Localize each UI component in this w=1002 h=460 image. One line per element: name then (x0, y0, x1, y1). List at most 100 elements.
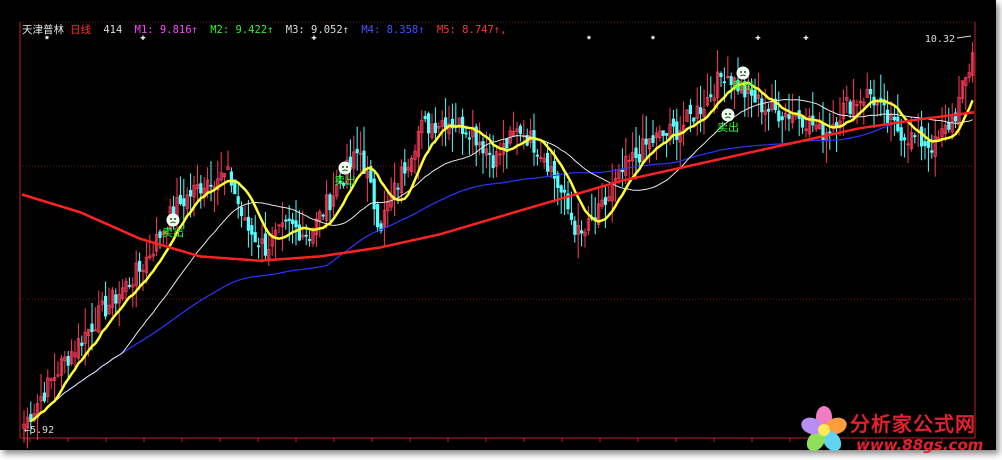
candle (104, 281, 108, 320)
candle (841, 89, 846, 137)
candle-body (80, 342, 84, 346)
smiley-eye (744, 71, 746, 73)
ma2-value: 9.422 (235, 24, 268, 36)
candle (654, 127, 659, 161)
ma5-value: 8.747 (462, 24, 494, 36)
candle (243, 205, 247, 221)
candle-body (620, 169, 625, 172)
candle (641, 114, 645, 163)
candle-body (426, 113, 431, 134)
kline-chart[interactable]: ✷ ✚ ✚ ✷ ✷ ✚ ✚卖出卖出卖出卖出10.32←5.92 (0, 0, 996, 450)
candle (824, 127, 829, 163)
candle (280, 202, 285, 252)
period-label: 日线 (70, 24, 91, 36)
candle-body (396, 187, 400, 190)
watermark-url: www.88gs.com (856, 436, 984, 454)
candle-body (634, 147, 638, 159)
sell-signal: 卖出 (732, 66, 754, 92)
candle (532, 113, 536, 166)
candle (212, 180, 216, 213)
candle-body (760, 98, 764, 113)
candle-body (753, 89, 757, 103)
candle (226, 150, 230, 171)
candle-body (719, 73, 723, 77)
candle (420, 110, 424, 150)
candle (403, 148, 407, 186)
candle (563, 172, 567, 215)
candle (539, 141, 543, 163)
candle-body (828, 131, 832, 134)
candle-body (290, 219, 295, 224)
candle (382, 190, 387, 247)
chart-panel[interactable]: ✷ ✚ ✚ ✷ ✷ ✚ ✚ 卖出 卖出 卖出 卖出 10.32 ←5.92 天津普林 日线 414 M1:… (0, 0, 996, 450)
candle (80, 335, 84, 357)
candle-body (42, 392, 47, 402)
candle-body (923, 141, 927, 146)
candle (318, 209, 322, 238)
candle-body (104, 295, 108, 317)
ma3-label: M3: (285, 24, 305, 36)
candle (644, 116, 648, 161)
candle (250, 217, 254, 257)
candle-body (947, 121, 951, 130)
candle-body (899, 127, 903, 141)
candle-body (294, 220, 298, 228)
candle-body (532, 130, 536, 153)
candle (430, 113, 434, 141)
candle-body (546, 152, 550, 172)
candle-body (239, 207, 244, 217)
candle (70, 339, 74, 366)
candle (872, 79, 876, 128)
candle (97, 290, 101, 334)
candle (107, 287, 111, 315)
candle (947, 107, 951, 133)
legend-trailing: , (500, 24, 507, 36)
candle-body (780, 116, 784, 121)
candle (828, 112, 832, 150)
indicator-legend: 天津普林 日线 414 M1: 9.816↑ M2: 9.422↑ M3: 9.0… (22, 22, 512, 36)
candle-body (848, 101, 852, 115)
candle (277, 224, 281, 234)
candle-body (637, 153, 642, 163)
candle (892, 105, 897, 136)
candle (964, 76, 968, 110)
candle-body (297, 224, 302, 241)
candle (773, 79, 778, 114)
candle (195, 164, 199, 203)
candle-body (321, 214, 325, 217)
candle (971, 42, 975, 83)
candle-body (651, 135, 655, 143)
candle (273, 222, 278, 261)
candle (930, 134, 934, 159)
high-price-label: 10.32 (925, 34, 955, 45)
candle (127, 277, 131, 289)
candle-body (644, 138, 648, 145)
ma1-arrow: ↑ (191, 24, 198, 36)
candle (59, 354, 64, 388)
bar-count: 414 (103, 24, 123, 36)
candle (933, 118, 937, 177)
candle-body (518, 125, 523, 135)
candle-body (505, 138, 509, 149)
candle (855, 99, 859, 124)
candle (151, 243, 155, 262)
candle (780, 111, 784, 143)
candle (284, 214, 288, 230)
candle (889, 101, 893, 142)
candle (253, 215, 257, 243)
candle (807, 107, 812, 138)
candle (141, 264, 145, 291)
candle-body (869, 88, 873, 95)
candle (777, 91, 781, 128)
candle-body (263, 233, 268, 256)
candle-body (930, 150, 934, 153)
candle-body (464, 132, 468, 135)
smiley-eye (740, 71, 742, 73)
candle (682, 101, 686, 147)
candle-body (182, 198, 186, 207)
candle (73, 340, 77, 369)
candle (695, 87, 699, 136)
ma4-arrow: ↑ (418, 24, 425, 36)
candle (658, 125, 662, 142)
candle (202, 176, 206, 207)
